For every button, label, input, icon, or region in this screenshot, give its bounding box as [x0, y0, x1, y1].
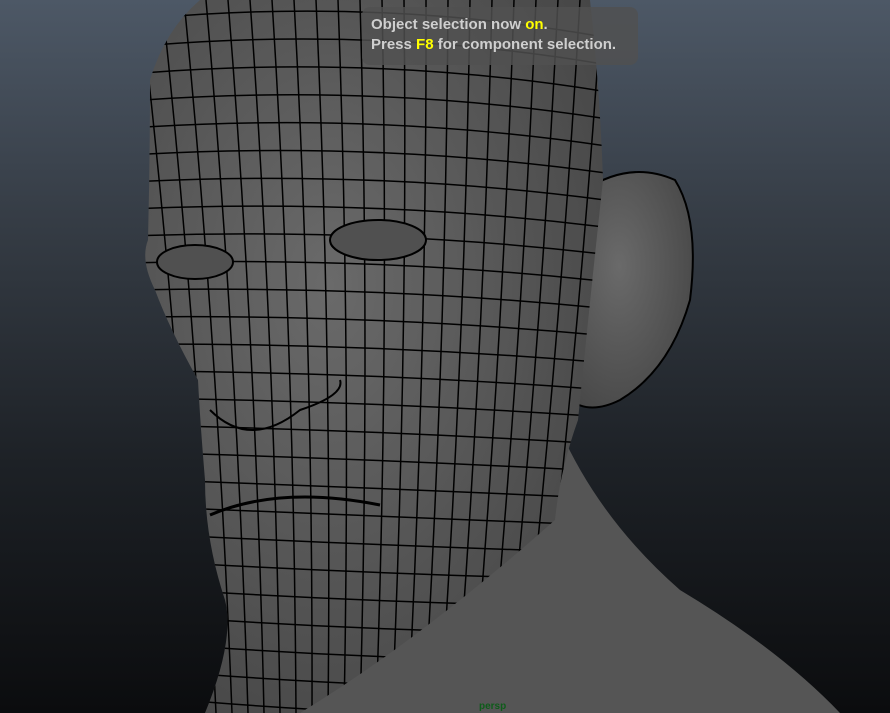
tooltip-line-1: Object selection now on.	[371, 15, 638, 35]
head-mesh[interactable]	[130, 0, 840, 713]
tooltip-line-2: Press F8 for component selection.	[371, 35, 638, 55]
3d-viewport[interactable]	[0, 0, 890, 713]
tooltip-highlight-on: on	[525, 16, 544, 33]
camera-label: persp	[479, 701, 507, 712]
selection-mode-tooltip: Object selection now on. Press F8 for co…	[362, 7, 638, 65]
tooltip-text: .	[543, 16, 548, 33]
tooltip-text: Object selection now	[371, 16, 526, 33]
right-eye	[329, 219, 427, 261]
tooltip-text: for component selection.	[433, 36, 617, 53]
left-eye	[156, 244, 234, 280]
tooltip-highlight-key: F8	[416, 36, 434, 53]
tooltip-text: Press	[371, 36, 417, 53]
